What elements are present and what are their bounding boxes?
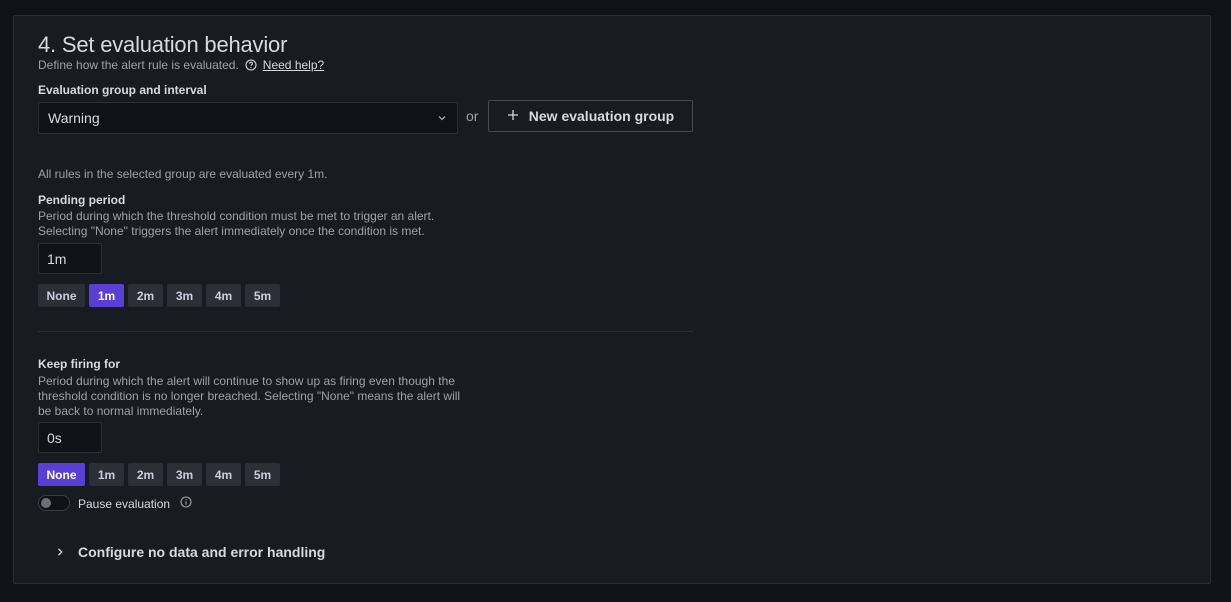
keep-firing-label: Keep firing for xyxy=(38,357,121,371)
keep-firing-desc-2: threshold condition is no longer breache… xyxy=(38,389,461,403)
keep-firing-preset-none[interactable]: None xyxy=(38,463,85,486)
info-circle-icon[interactable] xyxy=(180,496,192,511)
pending-preset-1m[interactable]: 1m xyxy=(89,284,124,307)
keep-firing-presets: None 1m 2m 3m 4m 5m xyxy=(38,463,280,486)
new-evaluation-group-button[interactable]: New evaluation group xyxy=(488,100,693,132)
pending-preset-2m[interactable]: 2m xyxy=(128,284,163,307)
pause-evaluation-toggle[interactable] xyxy=(38,495,70,511)
pending-period-desc-1: Period during which the threshold condit… xyxy=(38,209,435,223)
pending-preset-none[interactable]: None xyxy=(38,284,85,307)
plus-icon xyxy=(507,108,519,124)
chevron-down-icon xyxy=(437,110,447,126)
keep-firing-preset-4m[interactable]: 4m xyxy=(206,463,241,486)
keep-firing-input[interactable]: 0s xyxy=(38,422,102,453)
keep-firing-preset-1m[interactable]: 1m xyxy=(89,463,124,486)
section-divider xyxy=(38,331,693,332)
pending-preset-3m[interactable]: 3m xyxy=(167,284,202,307)
section-title: 4. Set evaluation behavior xyxy=(38,32,288,57)
keep-firing-preset-5m[interactable]: 5m xyxy=(245,463,280,486)
subtitle-text: Define how the alert rule is evaluated. xyxy=(38,58,239,72)
configure-label: Configure no data and error handling xyxy=(78,544,326,560)
pending-period-desc-2: Selecting "None" triggers the alert imme… xyxy=(38,224,425,238)
toggle-knob xyxy=(41,498,51,508)
chevron-right-icon xyxy=(56,544,64,560)
pending-period-presets: None 1m 2m 3m 4m 5m xyxy=(38,284,280,307)
pending-period-input[interactable]: 1m xyxy=(38,243,102,274)
question-circle-icon[interactable] xyxy=(245,59,257,71)
or-separator: or xyxy=(466,108,479,124)
pause-evaluation-row: Pause evaluation xyxy=(78,496,192,511)
pending-period-label: Pending period xyxy=(38,193,126,207)
keep-firing-desc-1: Period during which the alert will conti… xyxy=(38,374,455,388)
keep-firing-preset-3m[interactable]: 3m xyxy=(167,463,202,486)
select-value: Warning xyxy=(48,110,100,126)
keep-firing-preset-2m[interactable]: 2m xyxy=(128,463,163,486)
section-subtitle: Define how the alert rule is evaluated. … xyxy=(38,58,324,72)
pending-preset-4m[interactable]: 4m xyxy=(206,284,241,307)
evaluation-behavior-section: 4. Set evaluation behavior Define how th… xyxy=(13,15,1211,584)
eval-group-label: Evaluation group and interval xyxy=(38,83,207,97)
new-group-label: New evaluation group xyxy=(528,108,675,124)
pending-preset-5m[interactable]: 5m xyxy=(245,284,280,307)
eval-interval-info: All rules in the selected group are eval… xyxy=(38,167,328,181)
evaluation-group-select[interactable]: Warning xyxy=(38,102,458,134)
pause-evaluation-label: Pause evaluation xyxy=(78,496,171,511)
need-help-link[interactable]: Need help? xyxy=(263,58,324,72)
configure-no-data-toggle[interactable]: Configure no data and error handling xyxy=(56,544,325,560)
keep-firing-desc-3: be back to normal immediately. xyxy=(38,404,204,418)
